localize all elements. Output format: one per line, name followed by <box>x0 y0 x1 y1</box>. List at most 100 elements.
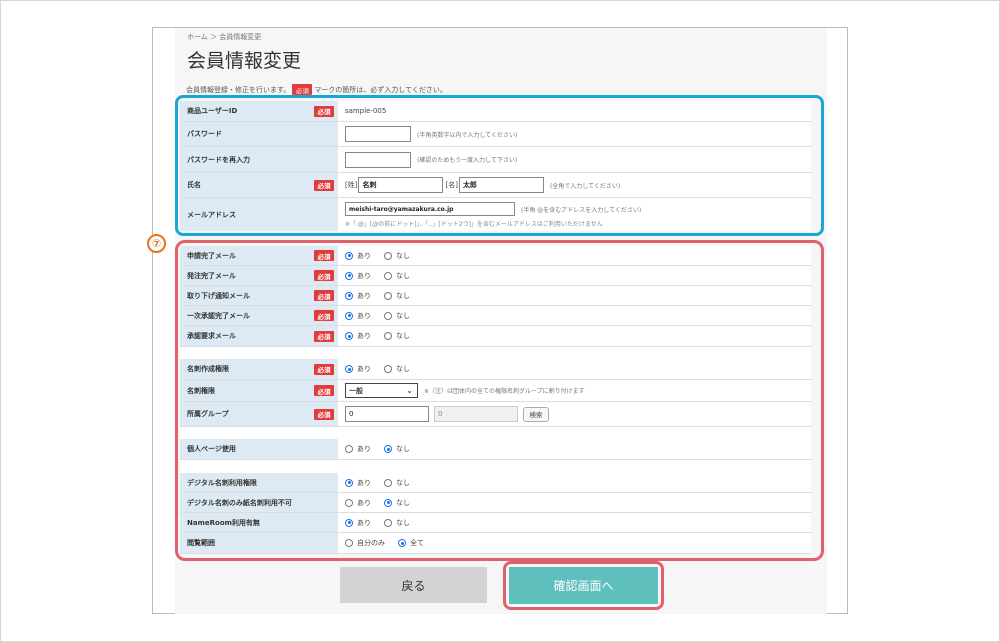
group-input-2[interactable]: 0 <box>434 406 518 422</box>
radio-yes[interactable]: あり <box>345 311 371 321</box>
row-mail-3: 取り下げ通知メール 必須 あり なし <box>180 286 811 306</box>
row-password: パスワード (半角英数字以内で入力してください) <box>180 122 811 147</box>
email-note: ※「.@」[@の前にドット]」、「..」[ドット2つ]」を含むメールアドレスはご… <box>345 221 603 228</box>
row-label: 発注完了メール <box>187 271 236 280</box>
radio-no[interactable]: なし <box>384 251 410 261</box>
row-mail-2: 発注完了メール 必須 あり なし <box>180 266 811 286</box>
required-badge: 必須 <box>314 310 334 321</box>
password-confirm-input[interactable] <box>345 151 411 168</box>
chevron-down-icon: ⌄ <box>406 386 413 395</box>
radio-no[interactable]: なし <box>384 518 410 528</box>
row-label: 個人ページ使用 <box>180 439 338 459</box>
radio-dot[interactable] <box>384 365 392 373</box>
radio-yes[interactable]: あり <box>345 271 371 281</box>
group-input-1[interactable]: 0 <box>345 406 429 422</box>
radio-dot[interactable] <box>345 478 353 487</box>
card-auth-select[interactable]: 一般 ⌄ <box>345 383 418 398</box>
name-label: 氏名 必須 <box>180 173 338 197</box>
annotation-number-badge: ⑦ <box>147 234 166 253</box>
radio-dot[interactable] <box>345 251 353 260</box>
back-button[interactable]: 戻る <box>340 567 487 603</box>
radio-no[interactable]: なし <box>384 331 410 341</box>
radio-dot[interactable] <box>345 445 353 453</box>
password-input[interactable] <box>345 126 411 142</box>
radio-yes[interactable]: あり <box>345 498 371 508</box>
row-scope: 閲覧範囲 自分のみ 全て <box>180 533 811 554</box>
radio-dot[interactable] <box>384 478 392 487</box>
radio-dot[interactable] <box>345 271 353 280</box>
radio-dot[interactable] <box>384 518 392 527</box>
confirm-button[interactable]: 確認画面へ <box>509 567 658 604</box>
radio-dot[interactable] <box>384 291 392 300</box>
row-personal-page: 個人ページ使用 あり なし <box>180 439 811 460</box>
mei-input[interactable]: 太郎 <box>458 177 544 193</box>
radio-dot[interactable] <box>384 332 392 340</box>
user-id-value: sample-005 <box>338 101 811 121</box>
radio-dot[interactable] <box>345 539 353 547</box>
row-mail-4: 一次承認完了メール 必須 あり なし <box>180 306 811 326</box>
radio-dot[interactable] <box>384 271 392 280</box>
intro-text: 会員情報登録・修正を行います。 必須 マークの箇所は、必ず入力してください。 <box>186 84 447 95</box>
required-badge: 必須 <box>314 179 334 191</box>
radio-dot[interactable] <box>384 498 392 507</box>
radio-no[interactable]: なし <box>384 498 410 508</box>
radio-yes[interactable]: あり <box>345 478 371 488</box>
radio-dot[interactable] <box>345 291 353 300</box>
breadcrumb[interactable]: ホーム ＞ 会員情報変更 <box>187 32 261 42</box>
required-badge: 必須 <box>314 385 334 396</box>
radio-no[interactable]: なし <box>384 291 410 301</box>
row-card-create: 名刺作成権限 必須 あり なし <box>180 359 811 380</box>
row-card-auth: 名刺権限 必須 一般 ⌄ ※（注）は団体内の全ての権限名刺グループに割り付けます <box>180 380 811 402</box>
sei-prefix: [姓] <box>345 181 358 189</box>
settings-table: 申請完了メール 必須 あり なし 発注完了メール 必須 あり なし 取り下げ通知メール必… <box>180 246 811 554</box>
radio-dot[interactable] <box>345 365 353 373</box>
radio-dot[interactable] <box>345 518 353 527</box>
row-name: 氏名 必須 [姓] 名刺 [名] 太郎 (全角で入力してください) <box>180 173 811 198</box>
row-label: 一次承認完了メール <box>187 311 250 320</box>
radio-no[interactable]: なし <box>384 478 410 488</box>
row-label: NameRoom利用有無 <box>180 513 338 532</box>
radio-dot[interactable] <box>384 251 392 260</box>
radio-all[interactable]: 全て <box>398 538 424 548</box>
radio-dot[interactable] <box>384 311 392 320</box>
row-digital-1: デジタル名刺利用権限 あり なし <box>180 473 811 493</box>
row-label: 所属グループ <box>187 410 229 418</box>
radio-no[interactable]: なし <box>384 271 410 281</box>
user-id-label: 商品ユーザーID 必須 <box>180 101 338 121</box>
row-label: 名刺作成権限 <box>187 365 229 373</box>
required-badge: 必須 <box>314 105 334 117</box>
row-mail-5: 承認要求メール 必須 あり なし <box>180 326 811 347</box>
radio-yes[interactable]: あり <box>345 444 371 454</box>
row-label: 名刺権限 <box>187 386 215 395</box>
radio-yes[interactable]: あり <box>345 518 371 528</box>
radio-no[interactable]: なし <box>384 444 410 454</box>
row-label: デジタル名刺利用権限 <box>180 473 338 492</box>
intro-before: 会員情報登録・修正を行います。 <box>186 85 291 94</box>
radio-dot[interactable] <box>384 445 392 453</box>
sei-input[interactable]: 名刺 <box>358 177 444 193</box>
radio-dot[interactable] <box>345 311 353 320</box>
email-input[interactable]: meishi-taro@yamazakura.co.jp <box>345 202 515 216</box>
radio-no[interactable]: なし <box>384 311 410 321</box>
row-label: 取り下げ通知メール <box>187 291 250 300</box>
radio-dot[interactable] <box>398 539 406 547</box>
row-label: 閲覧範囲 <box>180 533 338 553</box>
radio-yes[interactable]: あり <box>345 364 371 374</box>
radio-yes[interactable]: あり <box>345 251 371 261</box>
section-gap <box>180 427 811 439</box>
row-digital-2: デジタル名刺のみ紙名刺利用不可 あり なし <box>180 493 811 513</box>
radio-dot[interactable] <box>345 498 353 507</box>
radio-self[interactable]: 自分のみ <box>345 538 385 548</box>
radio-yes[interactable]: あり <box>345 291 371 301</box>
email-hint: (半角 @を含むアドレスを入力してください) <box>521 207 642 214</box>
search-button[interactable]: 検索 <box>523 406 549 422</box>
card-auth-hint: ※（注）は団体内の全ての権限名刺グループに割り付けます <box>424 388 585 395</box>
page-title: 会員情報変更 <box>187 50 302 72</box>
row-digital-3: NameRoom利用有無 あり なし <box>180 513 811 533</box>
radio-dot[interactable] <box>345 332 353 340</box>
radio-no[interactable]: なし <box>384 364 410 374</box>
email-label: メールアドレス <box>180 198 338 231</box>
radio-yes[interactable]: あり <box>345 331 371 341</box>
required-badge: 必須 <box>314 363 334 375</box>
row-email: メールアドレス meishi-taro@yamazakura.co.jp (半角… <box>180 198 811 231</box>
